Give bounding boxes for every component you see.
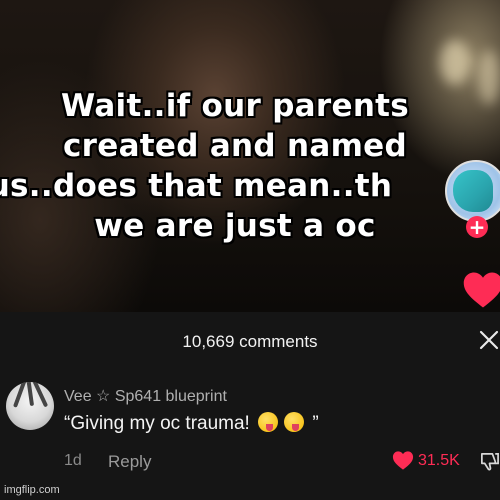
zany-face-emoji-icon <box>258 412 279 432</box>
comment-text-start: “Giving my oc trauma! <box>64 413 256 434</box>
background-light <box>440 40 470 85</box>
zany-face-emoji-icon <box>284 412 305 432</box>
creator-avatar[interactable] <box>445 160 500 222</box>
caption-line: created and named <box>62 128 407 164</box>
dislike-thumb-icon[interactable] <box>479 451 500 472</box>
reply-button[interactable]: Reply <box>108 452 151 472</box>
comment-username[interactable]: Vee ☆ Sp641 blueprint <box>64 386 227 406</box>
caption-line: us..does that mean..th <box>0 168 393 204</box>
comment-count: 10,669 comments <box>182 332 318 351</box>
video-player[interactable]: Wait..if our parents created and named u… <box>0 0 500 312</box>
video-caption: Wait..if our parents created and named u… <box>0 86 470 246</box>
like-heart-icon[interactable] <box>462 270 500 310</box>
caption-line: Wait..if our parents <box>60 88 410 124</box>
caption-line: we are just a oc <box>94 208 376 244</box>
comment-like-heart-icon[interactable] <box>392 450 414 471</box>
comment-text-end: ” <box>307 413 319 434</box>
comment-time: 1d <box>64 452 82 469</box>
comments-panel: 10,669 comments Vee ☆ Sp641 blueprint “G… <box>0 312 500 500</box>
follow-plus-icon[interactable]: + <box>466 216 488 238</box>
avatar-hair <box>12 382 28 408</box>
avatar-hair <box>25 382 35 407</box>
comment-like-count: 31.5K <box>418 452 460 469</box>
close-icon[interactable] <box>478 329 500 351</box>
background-light <box>478 50 500 105</box>
avatar-hair <box>31 382 49 408</box>
comment-text: “Giving my oc trauma! ” <box>64 412 319 435</box>
commenter-avatar[interactable] <box>6 382 54 430</box>
watermark: imgflip.com <box>4 484 60 496</box>
avatar-hair <box>453 170 493 212</box>
